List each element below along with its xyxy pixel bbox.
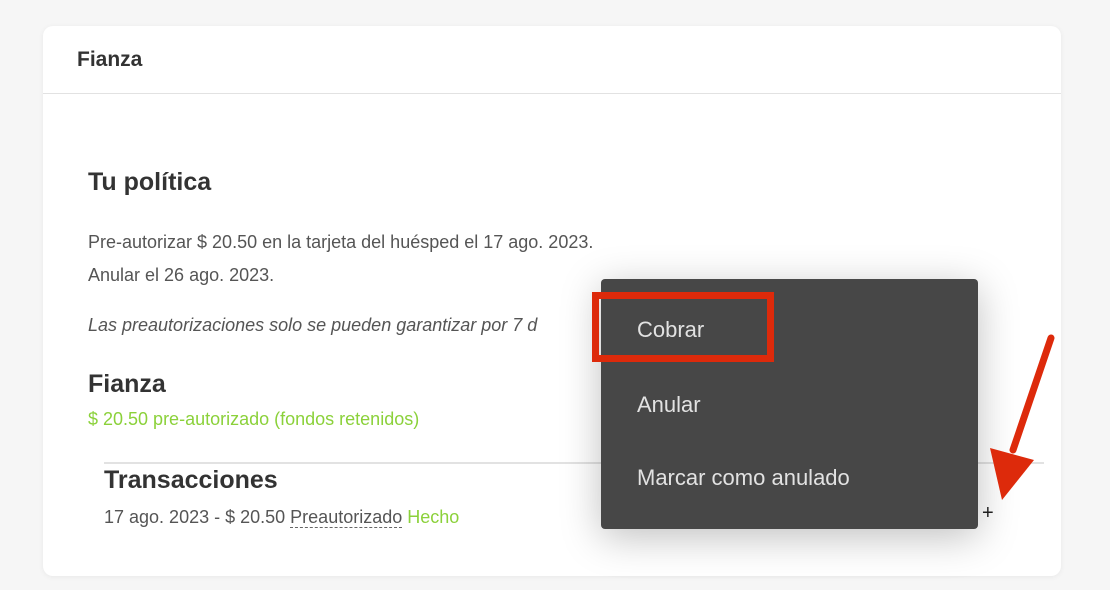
policy-note: Las preautorizaciones solo se pueden gar… <box>88 315 538 335</box>
card-header-title: Fianza <box>43 26 1061 94</box>
add-transaction-icon[interactable]: + <box>982 502 994 525</box>
deposit-status: $ 20.50 pre-autorizado (fondos retenidos… <box>88 409 420 429</box>
menu-item-void[interactable]: Anular <box>637 392 701 418</box>
policy-title: Tu política <box>88 168 212 196</box>
transaction-status-link[interactable]: Preautorizado <box>290 507 403 528</box>
menu-item-mark-voided[interactable]: Marcar como anulado <box>637 465 850 491</box>
deposit-title: Fianza <box>88 370 166 398</box>
transaction-date-amount: 17 ago. 2023 - $ 20.50 <box>104 507 286 527</box>
transactions-title: Transacciones <box>104 466 278 494</box>
annotation-arrow-icon <box>990 334 1055 500</box>
policy-line-void: Anular el 26 ago. 2023. <box>88 265 275 285</box>
transaction-result: Hecho <box>407 507 460 527</box>
policy-line-preauth: Pre-autorizar $ 20.50 en la tarjeta del … <box>88 232 594 252</box>
highlight-box <box>592 292 774 362</box>
transaction-row: 17 ago. 2023 - $ 20.50 Preautorizado Hec… <box>104 507 459 528</box>
